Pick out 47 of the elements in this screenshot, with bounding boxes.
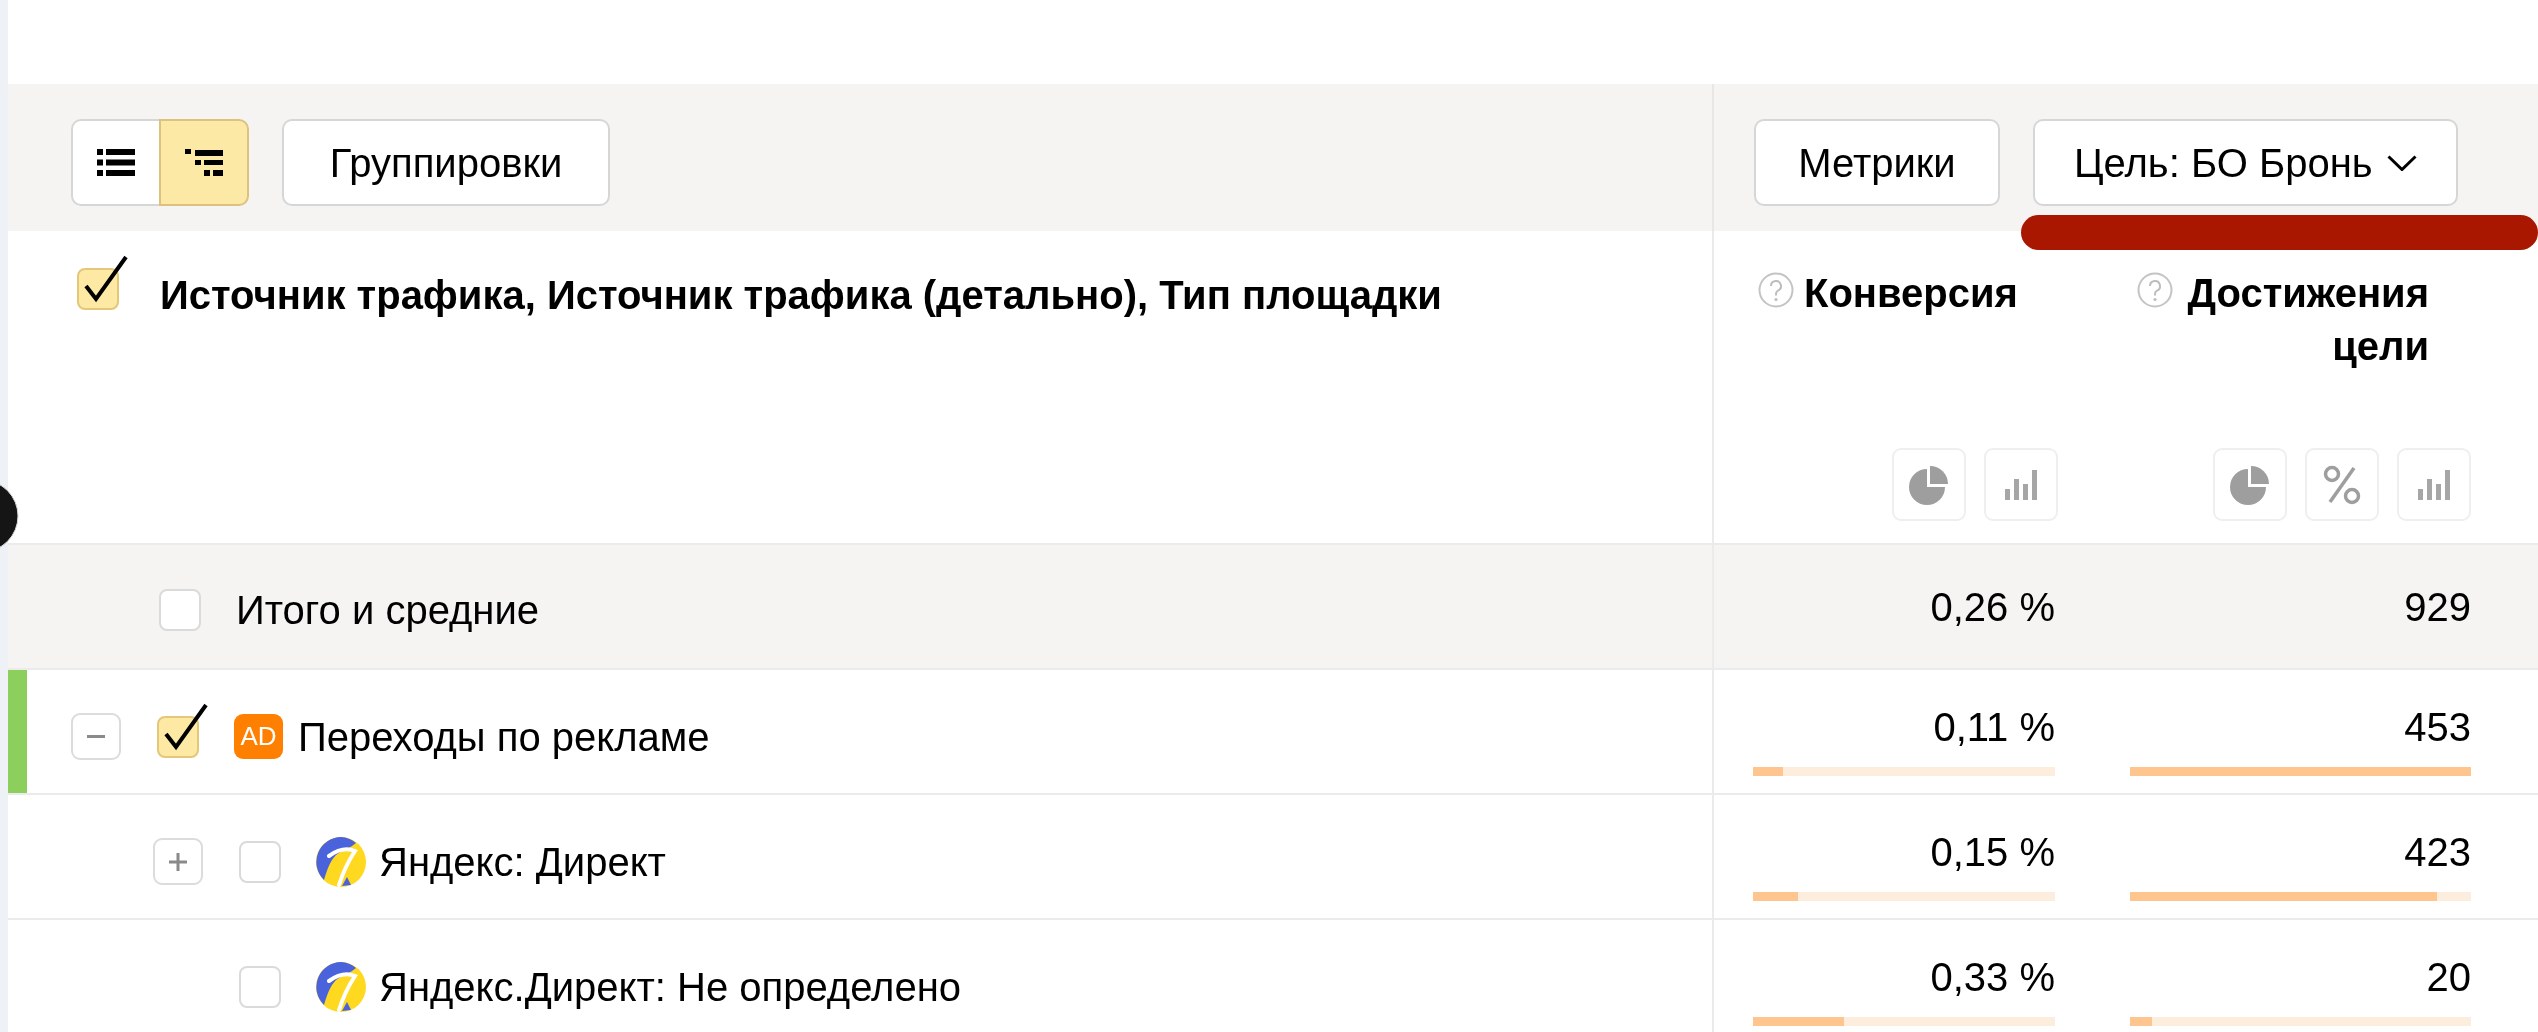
expand-button[interactable] bbox=[153, 838, 203, 885]
percent-button[interactable] bbox=[2305, 448, 2379, 521]
list-view-button[interactable] bbox=[71, 119, 161, 206]
metric-value: 423 bbox=[2404, 829, 2471, 876]
row-checkbox[interactable] bbox=[239, 840, 281, 883]
metric-value: 453 bbox=[2404, 704, 2471, 751]
totals-label: Итого и средние bbox=[236, 586, 540, 634]
row-label: Переходы по рекламе bbox=[298, 713, 710, 761]
list-icon bbox=[97, 149, 135, 176]
metric-value: 0,26 % bbox=[1930, 584, 2055, 631]
help-icon bbox=[1758, 272, 1794, 308]
bar-chart-icon bbox=[2005, 469, 2037, 500]
pie-chart-button[interactable] bbox=[2213, 448, 2287, 521]
metric-value: 0,33 % bbox=[1930, 954, 2055, 1001]
row-label: Яндекс: Директ bbox=[379, 838, 666, 886]
row-label: Яндекс.Директ: Не определено bbox=[379, 963, 961, 1011]
goal-dropdown[interactable]: Цель: БО Бронь bbox=[2033, 119, 2458, 206]
column-header: Конверсия bbox=[1804, 270, 2018, 317]
row-checkbox[interactable] bbox=[239, 965, 281, 1008]
dimension-header: Источник трафика, Источник трафика (детально), Тип площадки bbox=[160, 272, 1442, 319]
plus-icon bbox=[169, 852, 187, 871]
minus-icon bbox=[87, 735, 105, 738]
bar-chart-button[interactable] bbox=[2397, 448, 2471, 521]
bar-chart-button[interactable] bbox=[1984, 448, 2058, 521]
metric-value: 0,11 % bbox=[1933, 704, 2055, 751]
metric-value: 929 bbox=[2404, 584, 2471, 631]
collapse-button[interactable] bbox=[71, 713, 121, 760]
select-all-checkbox[interactable] bbox=[77, 254, 129, 310]
metric-value: 20 bbox=[2426, 954, 2471, 1001]
chevron-down-icon bbox=[2386, 154, 2417, 171]
pie-chart-icon bbox=[2230, 464, 2270, 505]
pie-chart-button[interactable] bbox=[1892, 448, 1966, 521]
column-header: Достижения цели bbox=[2186, 270, 2429, 370]
tree-icon bbox=[185, 149, 223, 176]
ad-tag: AD bbox=[234, 714, 283, 759]
row-checkbox[interactable] bbox=[157, 701, 209, 758]
pie-chart-icon bbox=[1909, 464, 1949, 505]
percent-icon bbox=[2323, 464, 2361, 505]
circle-logo-icon bbox=[316, 836, 366, 887]
bar-chart-icon bbox=[2418, 469, 2450, 500]
tree-view-button[interactable] bbox=[159, 119, 249, 206]
totals-checkbox[interactable] bbox=[159, 588, 201, 631]
groupings-button[interactable]: Группировки bbox=[282, 119, 610, 206]
metric-value: 0,15 % bbox=[1930, 829, 2055, 876]
help-icon bbox=[2137, 272, 2173, 308]
circle-logo-icon bbox=[316, 961, 366, 1012]
metrics-button[interactable]: Метрики bbox=[1754, 119, 2000, 206]
